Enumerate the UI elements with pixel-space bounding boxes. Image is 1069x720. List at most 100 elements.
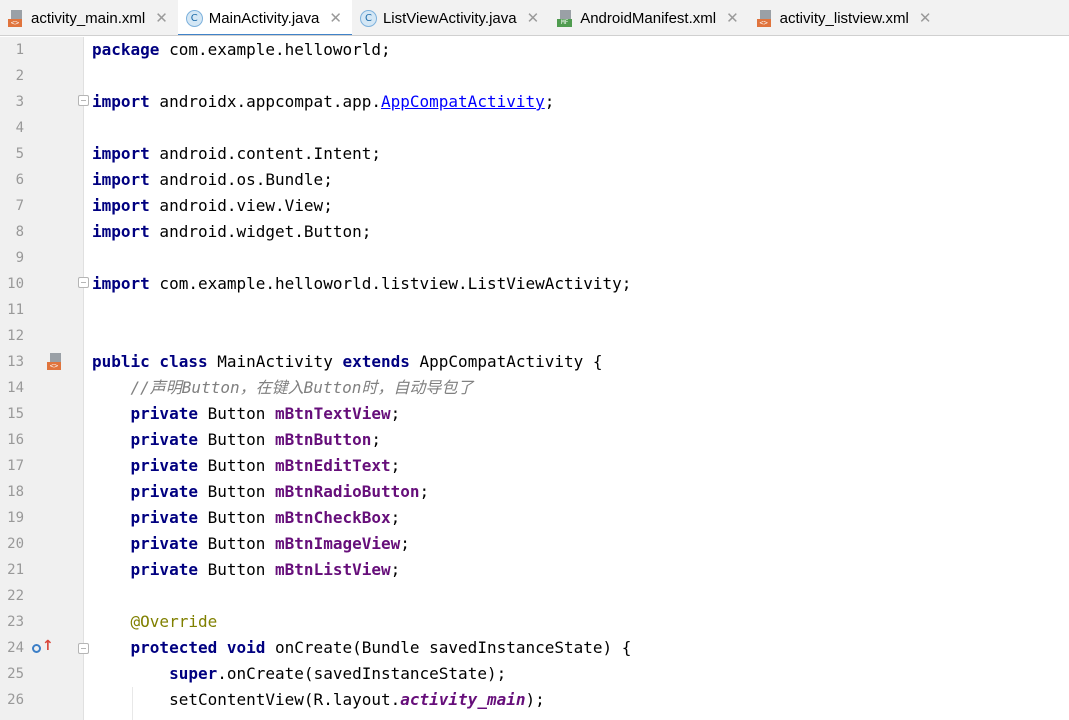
code-line[interactable]: 25 super.onCreate(savedInstanceState); [0,661,1069,687]
code-token: package [92,40,160,59]
code-line[interactable]: 24 protected void onCreate(Bundle savedI… [0,635,1069,661]
code-token: protected void [130,638,266,657]
code-token: Button [197,560,276,579]
override-method-icon[interactable]: ↑ [32,639,54,655]
code-line[interactable]: 23 @Override [0,609,1069,635]
line-number: 10 [7,276,24,292]
tab-listviewactivity-java[interactable]: C ListViewActivity.java ✕ [352,0,549,35]
code-text: private Button mBtnCheckBox; [92,505,401,531]
code-token: android.os.Bundle; [149,170,333,189]
code-line[interactable]: 4 [0,115,1069,141]
code-line[interactable]: 18 private Button mBtnRadioButton; [0,479,1069,505]
tab-activity-main-xml[interactable]: <> activity_main.xml ✕ [0,0,178,35]
line-number: 9 [15,250,24,266]
line-number: 1 [15,42,24,58]
line-number: 3 [15,94,24,110]
code-line[interactable]: 19 private Button mBtnCheckBox; [0,505,1069,531]
code-line[interactable]: 21 private Button mBtnListView; [0,557,1069,583]
line-number: 2 [15,68,24,84]
code-token: //声明Button，在键入Button时，自动导包了 [130,378,474,397]
code-token: onCreate(Bundle savedInstanceState) { [265,638,632,657]
tab-label: activity_main.xml [31,9,146,27]
code-text: import androidx.appcompat.app.AppCompatA… [92,89,554,115]
line-number: 18 [7,484,24,500]
code-line[interactable]: 22 [0,583,1069,609]
code-line[interactable]: 10 import com.example.helloworld.listview… [0,271,1069,297]
tab-label: ListViewActivity.java [382,9,517,27]
code-line[interactable]: 16 private Button mBtnButton; [0,427,1069,453]
code-token: ; [371,430,381,449]
code-line[interactable]: 12 [0,323,1069,349]
line-number: 26 [7,692,24,708]
code-token: androidx.appcompat.app. [149,92,381,111]
code-token: mBtnListView [275,560,391,579]
code-token: import [92,196,150,215]
code-text: public class MainActivity extends AppCom… [92,349,603,375]
tab-activity-listview-xml[interactable]: <> activity_listview.xml ✕ [749,0,942,35]
close-icon[interactable]: ✕ [329,9,342,27]
fold-marker-oncreate[interactable] [78,643,89,654]
code-line[interactable]: 13 public class MainActivity extends AppC… [0,349,1069,375]
code-text: import android.widget.Button; [92,219,371,245]
code-token: ; [390,456,401,475]
code-text: private Button mBtnEditText; [92,453,401,479]
tab-androidmanifest-xml[interactable]: MF AndroidManifest.xml ✕ [549,0,748,35]
line-number: 21 [7,562,24,578]
code-line[interactable]: 9 [0,245,1069,271]
code-token: .onCreate(savedInstanceState); [217,664,507,683]
line-number: 19 [7,510,24,526]
code-line[interactable]: 5 import android.content.Intent; [0,141,1069,167]
code-token: private [130,430,198,449]
fold-marker-imports-start[interactable] [78,95,89,106]
line-number: 15 [7,406,24,422]
code-token: ; [400,534,410,553]
code-token: ); [525,690,545,709]
code-token: com.example.helloworld.listview.ListView… [149,274,632,293]
code-token: mBtnImageView [275,534,401,553]
code-text: private Button mBtnImageView; [92,531,410,557]
close-icon[interactable]: ✕ [155,9,168,27]
code-text: import com.example.helloworld.listview.L… [92,271,631,297]
close-icon[interactable]: ✕ [527,9,540,27]
code-text: import android.os.Bundle; [92,167,333,193]
code-editor[interactable]: 1 package com.example.helloworld; 2 3 import… [0,37,1069,720]
code-line[interactable]: 26 setContentView(R.layout.activity_main… [0,687,1069,713]
code-line[interactable]: 2 [0,63,1069,89]
close-icon[interactable]: ✕ [726,9,739,27]
tab-label: AndroidManifest.xml [580,9,717,27]
fold-marker-imports-end[interactable] [78,277,89,288]
line-number: 14 [7,380,24,396]
code-token: Button [197,404,276,423]
code-line[interactable]: 14 //声明Button，在键入Button时，自动导包了 [0,375,1069,401]
related-layout-xml-icon[interactable]: <> [47,353,64,370]
code-line[interactable]: 7 import android.view.View; [0,193,1069,219]
code-line[interactable]: 6 import android.os.Bundle; [0,167,1069,193]
code-token: private [130,560,198,579]
code-line[interactable]: 1 package com.example.helloworld; [0,37,1069,63]
code-line[interactable]: 15 private Button mBtnTextView; [0,401,1069,427]
manifest-file-icon: MF [557,9,574,27]
code-token: private [130,404,198,423]
line-number: 23 [7,614,24,630]
close-icon[interactable]: ✕ [919,9,932,27]
code-text: setContentView(R.layout.activity_main); [92,687,545,713]
code-token: ; [390,404,401,423]
code-line[interactable]: 17 private Button mBtnEditText; [0,453,1069,479]
code-line[interactable]: 3 import androidx.appcompat.app.AppCompat… [0,89,1069,115]
code-line[interactable]: 11 [0,297,1069,323]
line-number: 17 [7,458,24,474]
code-line[interactable]: 20 private Button mBtnImageView; [0,531,1069,557]
code-token: mBtnTextView [275,404,391,423]
line-number: 25 [7,666,24,682]
tab-mainactivity-java[interactable]: C MainActivity.java ✕ [177,0,353,35]
code-line[interactable]: 8 import android.widget.Button; [0,219,1069,245]
code-token: ; [390,560,401,579]
code-text: private Button mBtnRadioButton; [92,479,430,505]
line-number: 6 [15,172,24,188]
